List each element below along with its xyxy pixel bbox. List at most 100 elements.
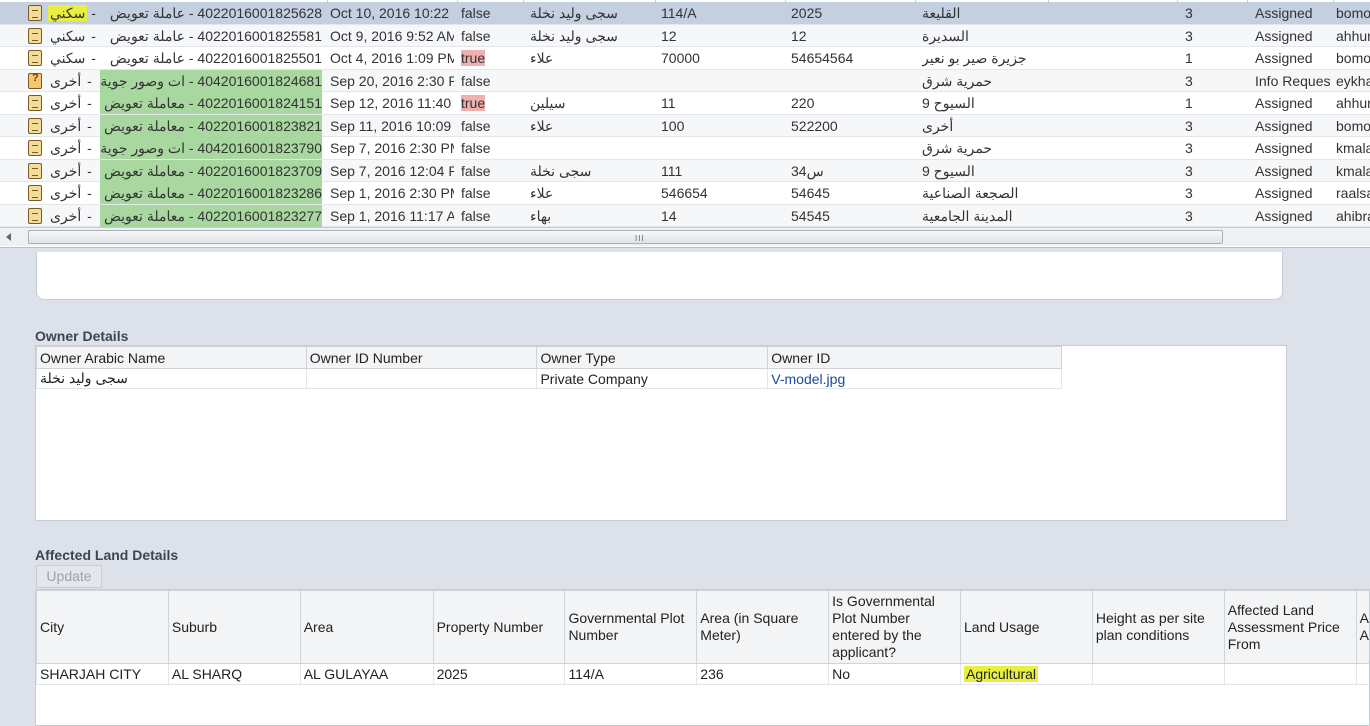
city-header[interactable]: City xyxy=(36,590,169,664)
area-header[interactable]: Area xyxy=(299,590,434,664)
task-clipboard-icon[interactable] xyxy=(28,5,42,21)
type-cell: سكني - xyxy=(48,2,96,24)
task-clipboard-icon[interactable] xyxy=(28,207,42,224)
status-cell: Assigned xyxy=(1255,185,1313,201)
type-label: أخرى xyxy=(50,140,82,156)
user-cell: kmala xyxy=(1336,140,1370,156)
owner-id-header[interactable]: Owner ID xyxy=(767,346,1062,369)
task-row[interactable]: أخرى -4022016001824151 - معاملة تعويض Sep… xyxy=(0,92,1370,115)
area-sqm-cell: 236 xyxy=(696,663,830,685)
plot-cell: 111 xyxy=(661,162,683,179)
owner-cell: سجى نخلة xyxy=(530,162,592,179)
area-cell: AL GULAYAA xyxy=(299,663,434,685)
task-row[interactable]: سكني -4022016001825501 - عاملة تعويض Oct … xyxy=(0,47,1370,70)
owner-cell: علاء xyxy=(530,117,554,134)
price-from-header[interactable]: Affected Land Assessment Price From xyxy=(1223,590,1357,664)
owner-table: Owner Arabic Name Owner ID Number Owner … xyxy=(36,346,1062,389)
governmental-plot-number-header[interactable]: Governmental Plot Number xyxy=(564,590,698,664)
plot-cell: 100 xyxy=(661,117,685,134)
task-clipboard-icon[interactable] xyxy=(28,117,42,134)
plot-cell xyxy=(661,137,781,159)
area-cell: القليعة xyxy=(922,5,961,21)
separator: - xyxy=(87,27,96,44)
task-clipboard-icon[interactable] xyxy=(28,50,42,66)
owner-arabic-name-value: سجى وليد نخلة xyxy=(40,370,128,386)
plot-cell: 546654 xyxy=(661,185,708,201)
entered-by-applicant-header[interactable]: Is Governmental Plot Number entered by t… xyxy=(828,590,962,664)
owner-cell xyxy=(530,70,628,92)
info-request-icon[interactable] xyxy=(28,72,42,89)
owner-id-link[interactable]: V-model.jpg xyxy=(771,371,845,387)
separator: - xyxy=(83,117,92,134)
flag-cell: false xyxy=(461,27,491,44)
task-row[interactable]: أخرى -4022016001823709 - معاملة تعويض Sep… xyxy=(0,159,1370,182)
type-cell: أخرى - xyxy=(48,205,96,227)
separator: - xyxy=(83,162,92,179)
entered-by-applicant-cell: No xyxy=(828,663,962,685)
owner-id-number-header[interactable]: Owner ID Number xyxy=(305,346,538,369)
horizontal-scrollbar[interactable]: III xyxy=(0,227,1370,246)
date-cell: Oct 4, 2016 1:09 PM xyxy=(330,50,454,66)
flag-value: true xyxy=(461,95,486,111)
land-usage-header[interactable]: Land Usage xyxy=(960,590,1093,664)
task-clipboard-icon[interactable] xyxy=(28,185,42,201)
user-cell: ahhur xyxy=(1336,95,1370,111)
plot-cell: 114/A xyxy=(661,5,697,21)
level-cell: 3 xyxy=(1185,140,1193,156)
area-cell: حمرية شرق xyxy=(922,72,993,89)
area-cell: جزيرة صير بو نعير xyxy=(922,50,1027,66)
task-cell: 4022016001823277 - معاملة تعويض xyxy=(100,204,322,227)
type-label: أخرى xyxy=(50,185,82,201)
flag-cell: false xyxy=(461,162,491,179)
table-row[interactable]: SHARJAH CITY AL SHARQ AL GULAYAA 2025 11… xyxy=(36,663,1369,685)
level-cell: 3 xyxy=(1185,72,1193,89)
area-sqm-header[interactable]: Area (in Square Meter) xyxy=(696,590,830,664)
task-row[interactable]: أخرى -4022016001823277 - معاملة تعويض Sep… xyxy=(0,204,1370,227)
area-cell: أخرى xyxy=(922,117,954,134)
type-label: سكني xyxy=(48,5,88,21)
task-cell: 4022016001823709 - معاملة تعويض xyxy=(100,159,322,182)
suburb-header[interactable]: Suburb xyxy=(167,590,301,664)
task-cell: 4022016001823821 - معاملة تعويض xyxy=(100,114,322,137)
table-row[interactable]: سجى وليد نخلة Private Company V-model.jp… xyxy=(36,368,1062,389)
task-clipboard-icon[interactable] xyxy=(28,140,42,156)
separator: - xyxy=(83,72,92,89)
task-row[interactable]: أخرى -4042016001824681 - ات وصور جوية Sep… xyxy=(0,69,1370,92)
status-cell: Assigned xyxy=(1255,5,1313,21)
price-to-cell xyxy=(1355,663,1369,685)
property-cell xyxy=(791,137,911,159)
task-row[interactable]: أخرى -4022016001823821 - معاملة تعويض Sep… xyxy=(0,114,1370,137)
task-clipboard-icon[interactable] xyxy=(28,95,42,111)
separator: - xyxy=(83,140,92,156)
task-grid: سكني -4022016001825628 - عاملة تعويض Oct … xyxy=(0,0,1370,248)
scroll-left-icon[interactable] xyxy=(6,233,11,241)
update-button[interactable]: Update xyxy=(36,565,102,588)
owner-type-header[interactable]: Owner Type xyxy=(536,346,769,369)
owner-cell: سيلين xyxy=(530,95,566,111)
task-row[interactable]: سكني -4022016001825581 - عاملة تعويض Oct … xyxy=(0,24,1370,47)
detail-panel xyxy=(36,252,1283,300)
property-cell: 54654564 xyxy=(791,50,854,66)
type-label: أخرى xyxy=(50,162,82,179)
scroll-thumb[interactable]: III xyxy=(28,230,1223,244)
owner-type-cell: Private Company xyxy=(536,368,769,389)
task-row[interactable]: سكني -4022016001825628 - عاملة تعويض Oct … xyxy=(0,2,1370,25)
task-cell: 4022016001823286 - معاملة تعويض xyxy=(100,182,322,204)
task-clipboard-icon[interactable] xyxy=(28,162,42,179)
flag-cell: true xyxy=(461,92,521,114)
flag-cell: false xyxy=(461,5,491,21)
owner-details-title: Owner Details xyxy=(35,328,129,344)
task-row[interactable]: أخرى -4022016001823286 - معاملة تعويض Sep… xyxy=(0,182,1370,205)
date-cell: Sep 7, 2016 12:04 P xyxy=(330,162,454,179)
property-number-header[interactable]: Property Number xyxy=(432,590,566,664)
level-cell: 3 xyxy=(1185,207,1193,224)
task-clipboard-icon[interactable] xyxy=(28,27,42,44)
date-cell: Sep 20, 2016 2:30 P xyxy=(330,72,454,89)
separator: - xyxy=(83,185,92,201)
owner-arabic-name-header[interactable]: Owner Arabic Name xyxy=(36,346,307,369)
price-to-header[interactable]: Affe Asse xyxy=(1355,590,1369,664)
height-header[interactable]: Height as per site plan conditions xyxy=(1091,590,1225,664)
property-cell: س34 xyxy=(791,162,824,179)
task-row[interactable]: أخرى -4042016001823790 - ات وصور جوية Sep… xyxy=(0,137,1370,160)
owner-cell: سجى وليد نخلة xyxy=(530,5,618,21)
